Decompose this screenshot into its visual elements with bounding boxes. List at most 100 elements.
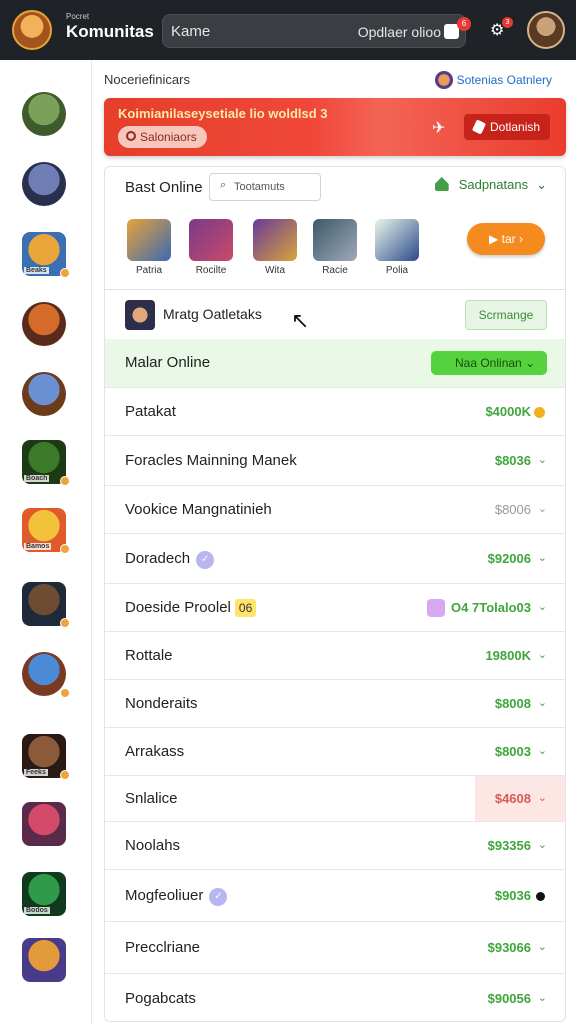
row-name-text: Noolahs — [125, 837, 181, 854]
sort-label: Sadpnatans — [458, 177, 529, 192]
table-row[interactable]: Vookice Mangnatinieh $8006 ⌄ — [105, 485, 565, 533]
account-link-label[interactable]: Sotenias Oatnlery — [457, 73, 552, 87]
account-link[interactable]: Sotenias Oatnlery — [434, 70, 552, 90]
game-thumbnail — [189, 219, 233, 261]
row-name: Doeside Proolel 06 — [125, 599, 257, 617]
chevron-down-icon: ⌄ — [536, 177, 547, 192]
table-row[interactable]: Precclriane $93066 ⌄ — [105, 921, 565, 973]
banner-title: Koimianilaseysetiale lio woldlsd 3 — [118, 106, 328, 121]
sidebar-game-11[interactable] — [22, 802, 66, 846]
play-button[interactable]: ▶ tar › — [467, 223, 545, 255]
sidebar-game-10[interactable]: Feeks — [22, 734, 70, 780]
game-thumbnail — [22, 372, 66, 416]
row-name: Mogfeoliuer ✓ — [125, 887, 228, 906]
row-name-text: Snlalice — [125, 790, 178, 807]
chevron-down-icon[interactable]: ⌄ — [538, 791, 547, 804]
row-name: Snlalice — [125, 790, 178, 807]
sidebar-game-8[interactable] — [22, 582, 70, 628]
game-caption: Bodos — [24, 907, 50, 914]
verified-icon: ✓ — [196, 551, 215, 569]
sidebar-game-7[interactable]: Bamos — [22, 508, 70, 554]
game-thumbnail — [22, 582, 66, 626]
row-name: Nonderaits — [125, 695, 198, 712]
table-row[interactable]: Noolahs $93356 ⌄ — [105, 821, 565, 869]
row-value: $93066 — [487, 940, 531, 955]
sidebar-game-4[interactable] — [22, 302, 66, 346]
chevron-down-icon[interactable]: ⌄ — [538, 502, 547, 515]
row-name: Arrakass — [125, 743, 184, 760]
sidebar-game-6[interactable]: Boach — [22, 440, 70, 486]
sidebar-game-3[interactable]: Beaks — [22, 232, 70, 278]
brand-title[interactable]: Komunitas — [66, 22, 154, 42]
chevron-down-icon[interactable]: ⌄ — [538, 744, 547, 757]
sidebar-game-1[interactable] — [22, 92, 66, 136]
row-value: $90056 — [487, 991, 531, 1006]
top-bar: Pocret Komunitas Kame Opdlaer olioo 6 ⚙ … — [0, 0, 576, 60]
sort-dropdown[interactable]: Sadpnatans ⌄ — [434, 177, 547, 193]
table-row[interactable]: Doradech ✓ $92006 ⌄ — [105, 533, 565, 583]
account-avatar-icon — [434, 71, 453, 89]
online-toggle-label: Naa Onlinan — [455, 356, 522, 370]
game-card[interactable]: Polia — [373, 219, 421, 276]
table-row[interactable]: Doeside Proolel 06 O4 7Tolalo03 ⌄ — [105, 583, 565, 631]
gift-icon — [427, 599, 445, 617]
sidebar-game-13[interactable] — [22, 938, 66, 982]
verified-icon: ✓ — [209, 888, 228, 906]
row-name: Rottale — [125, 647, 173, 664]
banner-pill-button[interactable]: Saloniaors — [118, 126, 207, 148]
mouse-cursor-icon: ↖ — [291, 308, 310, 333]
search-input[interactable]: Kame — [171, 23, 210, 40]
table-row[interactable]: Pogabcats $90056 ⌄ — [105, 973, 565, 1021]
user-avatar[interactable] — [527, 11, 565, 49]
table-row[interactable]: Snlalice $4608 ⌄ — [105, 775, 565, 821]
game-card[interactable]: Racie — [311, 219, 359, 276]
game-card[interactable]: Patria — [125, 219, 173, 276]
game-caption: Feeks — [24, 769, 48, 776]
game-thumbnail — [127, 219, 171, 261]
game-caption: Boach — [24, 475, 50, 482]
row-value: $8036 — [494, 453, 531, 468]
filter-input[interactable]: ⌕ Tootamuts — [209, 173, 321, 201]
chevron-down-icon[interactable]: ⌄ — [538, 600, 547, 613]
table-row[interactable]: Mogfeoliuer ✓ $9036 — [105, 869, 565, 921]
best-online-heading: Bast Online — [125, 179, 203, 196]
row-name: Vookice Mangnatinieh — [125, 501, 272, 518]
sidebar-game-12[interactable]: Bodos — [22, 872, 66, 916]
table-row[interactable]: Patakat $4000K — [105, 387, 565, 435]
sidebar-game-5[interactable] — [22, 372, 66, 416]
status-dot — [60, 268, 70, 278]
market-header: Malar Online Naa Onlinan ⌄ — [105, 339, 565, 387]
row-name-text: Mogfeoliuer — [125, 887, 204, 904]
row-name-text: Arrakass — [125, 743, 185, 760]
table-row[interactable]: Rottale 19800K ⌄ — [105, 631, 565, 679]
table-row[interactable]: Arrakass $8003 ⌄ — [105, 727, 565, 775]
chevron-down-icon[interactable]: ⌄ — [538, 940, 547, 953]
chevron-down-icon[interactable]: ⌄ — [538, 551, 547, 564]
chevron-down-icon[interactable]: ⌄ — [538, 648, 547, 661]
chevron-down-icon[interactable]: ⌄ — [538, 453, 547, 466]
chevron-down-icon[interactable]: ⌄ — [538, 838, 547, 851]
search-bar[interactable]: Kame Opdlaer olioo 6 — [162, 14, 471, 48]
online-toggle-button[interactable]: Naa Onlinan ⌄ — [431, 351, 547, 375]
game-card[interactable]: Wita — [251, 219, 299, 276]
table-row[interactable]: Nonderaits $8008 ⌄ — [105, 679, 565, 727]
manage-button[interactable]: Scrmange — [465, 300, 547, 330]
row-name-text: Precclriane — [125, 939, 201, 956]
banner-pill-label: Saloniaors — [140, 130, 197, 144]
game-label: Racie — [322, 265, 348, 276]
coin-icon[interactable] — [534, 407, 545, 418]
logo-avatar[interactable] — [12, 10, 52, 50]
game-card[interactable]: Rocilte — [187, 219, 235, 276]
share-icon[interactable]: ✈ — [432, 118, 445, 138]
chevron-down-icon[interactable]: ⌄ — [538, 991, 547, 1004]
status-dot — [60, 544, 70, 554]
banner-action-button[interactable]: Dotlanish — [464, 114, 550, 140]
table-row[interactable]: Foracles Mainning Manek $8036 ⌄ — [105, 435, 565, 485]
banner-action-label: Dotlanish — [490, 120, 541, 134]
dot-icon[interactable] — [536, 892, 545, 901]
online-panel: Bast Online ⌕ Tootamuts Sadpnatans ⌄ Patr… — [104, 166, 566, 1022]
sidebar-game-2[interactable] — [22, 162, 66, 206]
chevron-down-icon[interactable]: ⌄ — [538, 696, 547, 709]
sidebar-game-9[interactable] — [22, 652, 70, 698]
status-dot — [60, 770, 70, 780]
